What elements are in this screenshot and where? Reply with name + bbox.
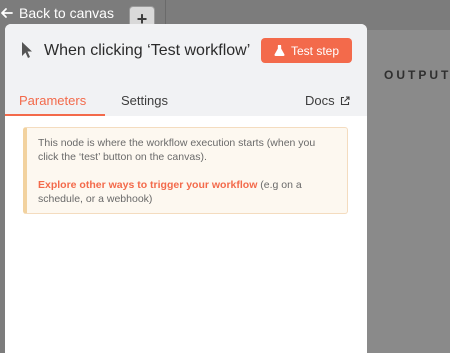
node-parameters-panel: When clicking ‘Test workflow’ Test step … [5,24,367,353]
back-to-canvas-label: Back to canvas [19,5,114,21]
output-panel: OUTPUT [366,30,450,353]
panel-header: When clicking ‘Test workflow’ Test step … [5,24,367,116]
panel-tabs: Parameters Settings Docs [5,90,367,116]
test-step-label: Test step [290,43,340,58]
back-to-canvas-link[interactable]: Back to canvas [0,3,114,23]
active-tab-indicator [5,114,105,116]
docs-label: Docs [305,93,335,108]
node-title: When clicking ‘Test workflow’ [44,42,251,59]
trigger-info-notice: This node is where the workflow executio… [23,127,348,214]
docs-link[interactable]: Docs [305,93,350,108]
explore-triggers-link[interactable]: Explore other ways to trigger your workf… [38,179,257,191]
cursor-icon [22,42,32,58]
external-link-icon [340,95,350,105]
tab-settings[interactable]: Settings [121,93,168,108]
arrow-left-icon [1,8,13,18]
notice-secondary: Explore other ways to trigger your workf… [38,178,337,206]
test-step-button[interactable]: Test step [261,38,352,63]
flask-icon [274,45,285,56]
output-label: OUTPUT [384,68,450,82]
tab-parameters[interactable]: Parameters [19,93,86,108]
notice-text: This node is where the workflow executio… [38,137,316,163]
